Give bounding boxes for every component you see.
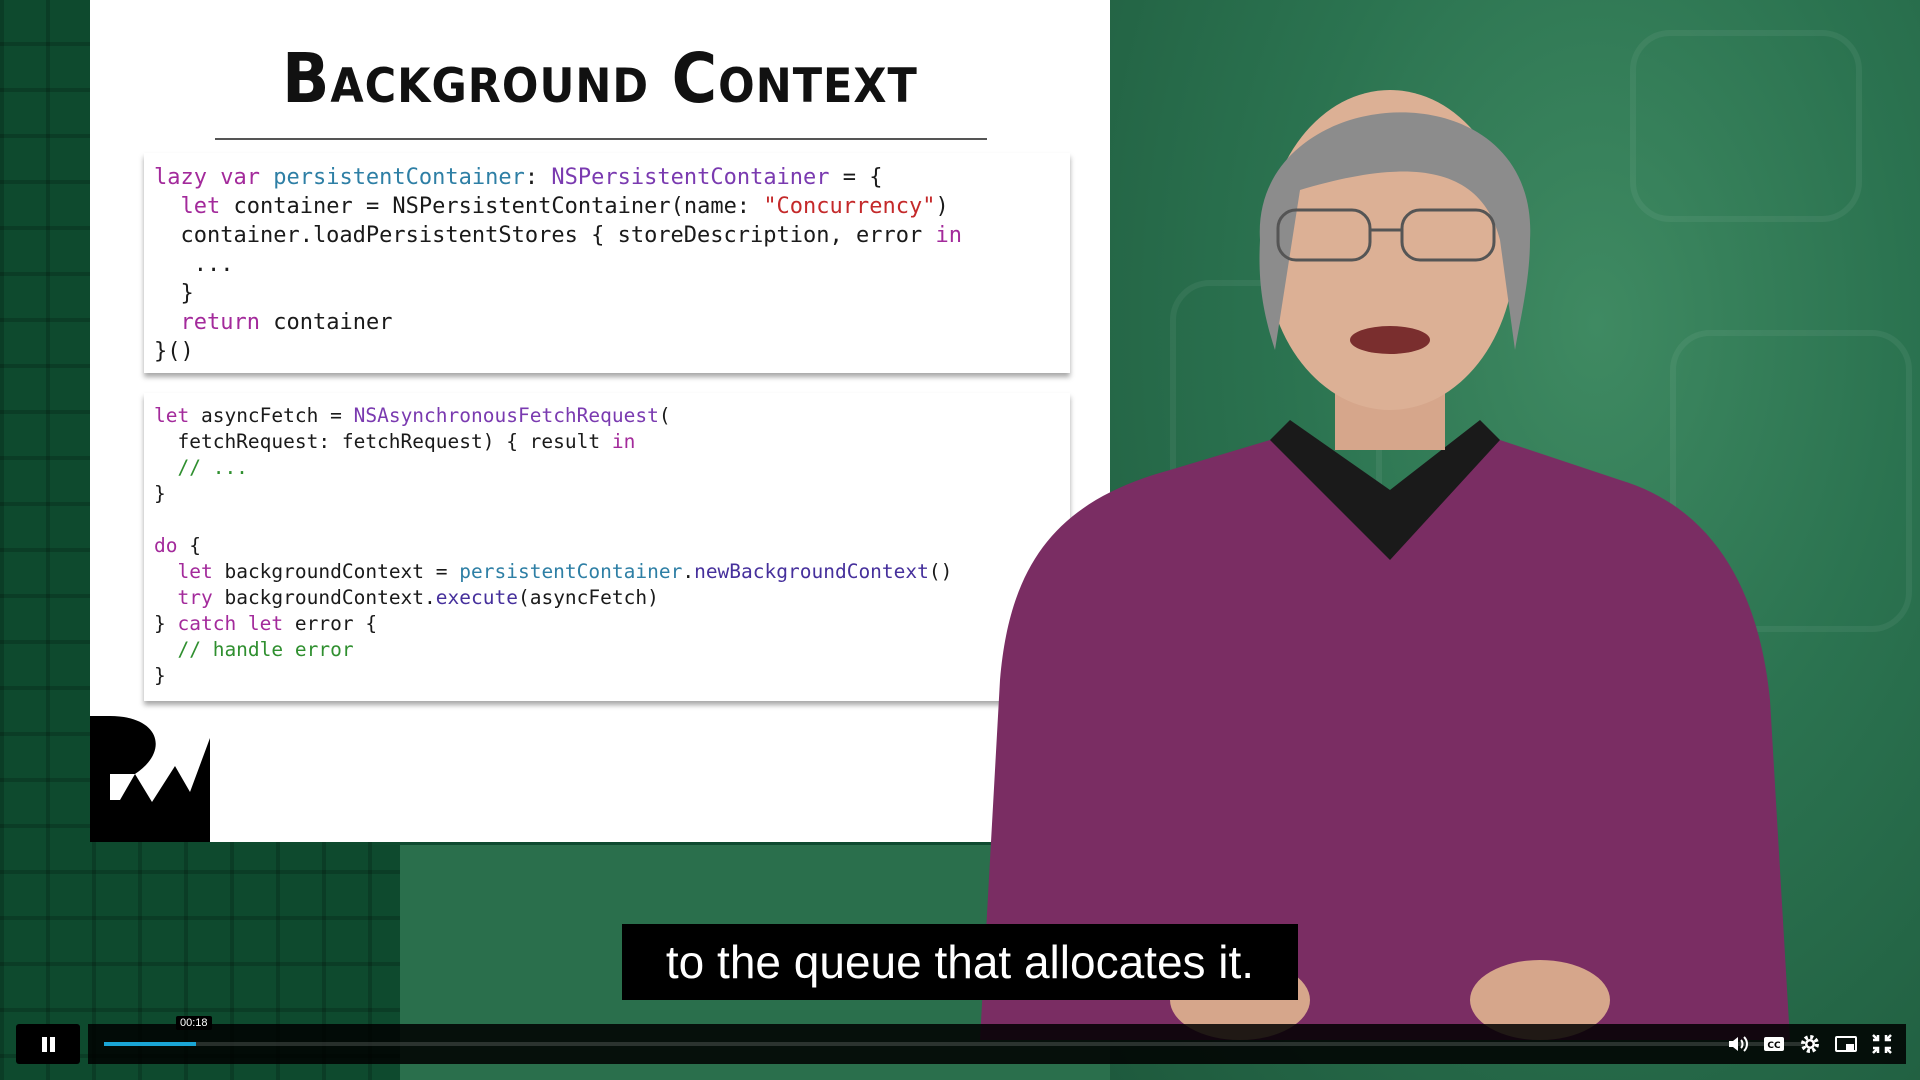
- code-token: return: [180, 310, 260, 335]
- code-token: persistentContainer: [273, 165, 525, 190]
- presenter-video: [980, 90, 1790, 1040]
- code-token: let: [180, 194, 221, 219]
- progress-track[interactable]: [88, 1024, 1906, 1064]
- code-line: // handle error: [154, 637, 1070, 663]
- code-token: try: [177, 586, 213, 609]
- settings-gear-icon[interactable]: [1798, 1032, 1822, 1056]
- code-token: execute: [435, 586, 518, 609]
- code-token: persistentContainer: [459, 560, 683, 583]
- code-token: let: [177, 560, 213, 583]
- code-token: ...: [154, 252, 234, 277]
- code-line: }: [154, 481, 1070, 507]
- code-token: error {: [283, 612, 378, 635]
- code-line: // ...: [154, 455, 1070, 481]
- code-token: do: [154, 534, 178, 557]
- code-token: container = NSPersistentContainer(name:: [220, 194, 764, 219]
- code-token: newBackgroundContext: [694, 560, 929, 583]
- code-token: lazy var: [154, 165, 274, 190]
- volume-icon[interactable]: [1726, 1032, 1750, 1056]
- code-token: (: [658, 404, 671, 427]
- code-token: // handle error: [154, 638, 354, 661]
- code-token: = {: [829, 165, 883, 190]
- code-line: }: [154, 663, 1070, 689]
- code-token: }: [154, 664, 166, 687]
- video-player-controls: CC: [0, 1024, 1920, 1064]
- code-token: }: [154, 281, 194, 306]
- exit-fullscreen-icon[interactable]: [1870, 1032, 1894, 1056]
- pause-button[interactable]: [16, 1024, 80, 1064]
- code-block-async-fetch: let asyncFetch = NSAsynchronousFetchRequ…: [144, 393, 1070, 701]
- code-token: NSPersistentContainer: [551, 165, 830, 190]
- code-token: in: [611, 430, 636, 453]
- raywenderlich-logo: [90, 716, 210, 842]
- code-token: // ...: [154, 456, 248, 479]
- code-line: let backgroundContext = persistentContai…: [154, 559, 1070, 585]
- code-token: NSAsynchronousFetchRequest: [353, 404, 659, 427]
- code-line: let container = NSPersistentContainer(na…: [154, 192, 1070, 221]
- code-line: } catch let error {: [154, 611, 1070, 637]
- code-token: }(): [154, 339, 194, 364]
- code-token: {: [177, 534, 201, 557]
- code-line: ​: [154, 507, 1070, 533]
- code-token: backgroundContext =: [212, 560, 460, 583]
- code-block-persistent-container: lazy var persistentContainer: NSPersiste…: [144, 153, 1070, 373]
- picture-in-picture-icon[interactable]: [1834, 1032, 1858, 1056]
- code-line: }: [154, 279, 1070, 308]
- code-token: asyncFetch =: [189, 404, 354, 427]
- code-token: catch let: [177, 612, 284, 635]
- code-line: lazy var persistentContainer: NSPersiste…: [154, 163, 1070, 192]
- code-line: do {: [154, 533, 1070, 559]
- closed-captions-icon[interactable]: CC: [1762, 1032, 1786, 1056]
- code-line: }(): [154, 337, 1070, 366]
- code-token: "Concurrency": [763, 194, 936, 219]
- code-token: fetchRequest: fetchRequest) { result: [154, 430, 612, 453]
- code-token: backgroundContext.: [212, 586, 436, 609]
- code-token: container: [259, 310, 393, 335]
- title-divider: [215, 138, 987, 140]
- code-line: ...: [154, 250, 1070, 279]
- current-time-tooltip: 00:18: [176, 1016, 212, 1030]
- code-token: }: [154, 482, 166, 505]
- code-line: return container: [154, 308, 1070, 337]
- code-line: fetchRequest: fetchRequest) { result in: [154, 429, 1070, 455]
- progress-bar-background: [104, 1042, 1804, 1046]
- code-token: :: [524, 165, 552, 190]
- code-token: let: [154, 404, 190, 427]
- code-token: }: [154, 612, 178, 635]
- code-line: container.loadPersistentStores { storeDe…: [154, 221, 1070, 250]
- code-token: .: [682, 560, 695, 583]
- code-token: container.loadPersistentStores { storeDe…: [154, 223, 936, 248]
- code-line: try backgroundContext.execute(asyncFetch…: [154, 585, 1070, 611]
- progress-bar-fill: [104, 1042, 196, 1046]
- code-token: (asyncFetch): [517, 586, 659, 609]
- video-subtitle: to the queue that allocates it.: [622, 924, 1298, 1000]
- svg-text:CC: CC: [1767, 1041, 1781, 1051]
- code-line: let asyncFetch = NSAsynchronousFetchRequ…: [154, 403, 1070, 429]
